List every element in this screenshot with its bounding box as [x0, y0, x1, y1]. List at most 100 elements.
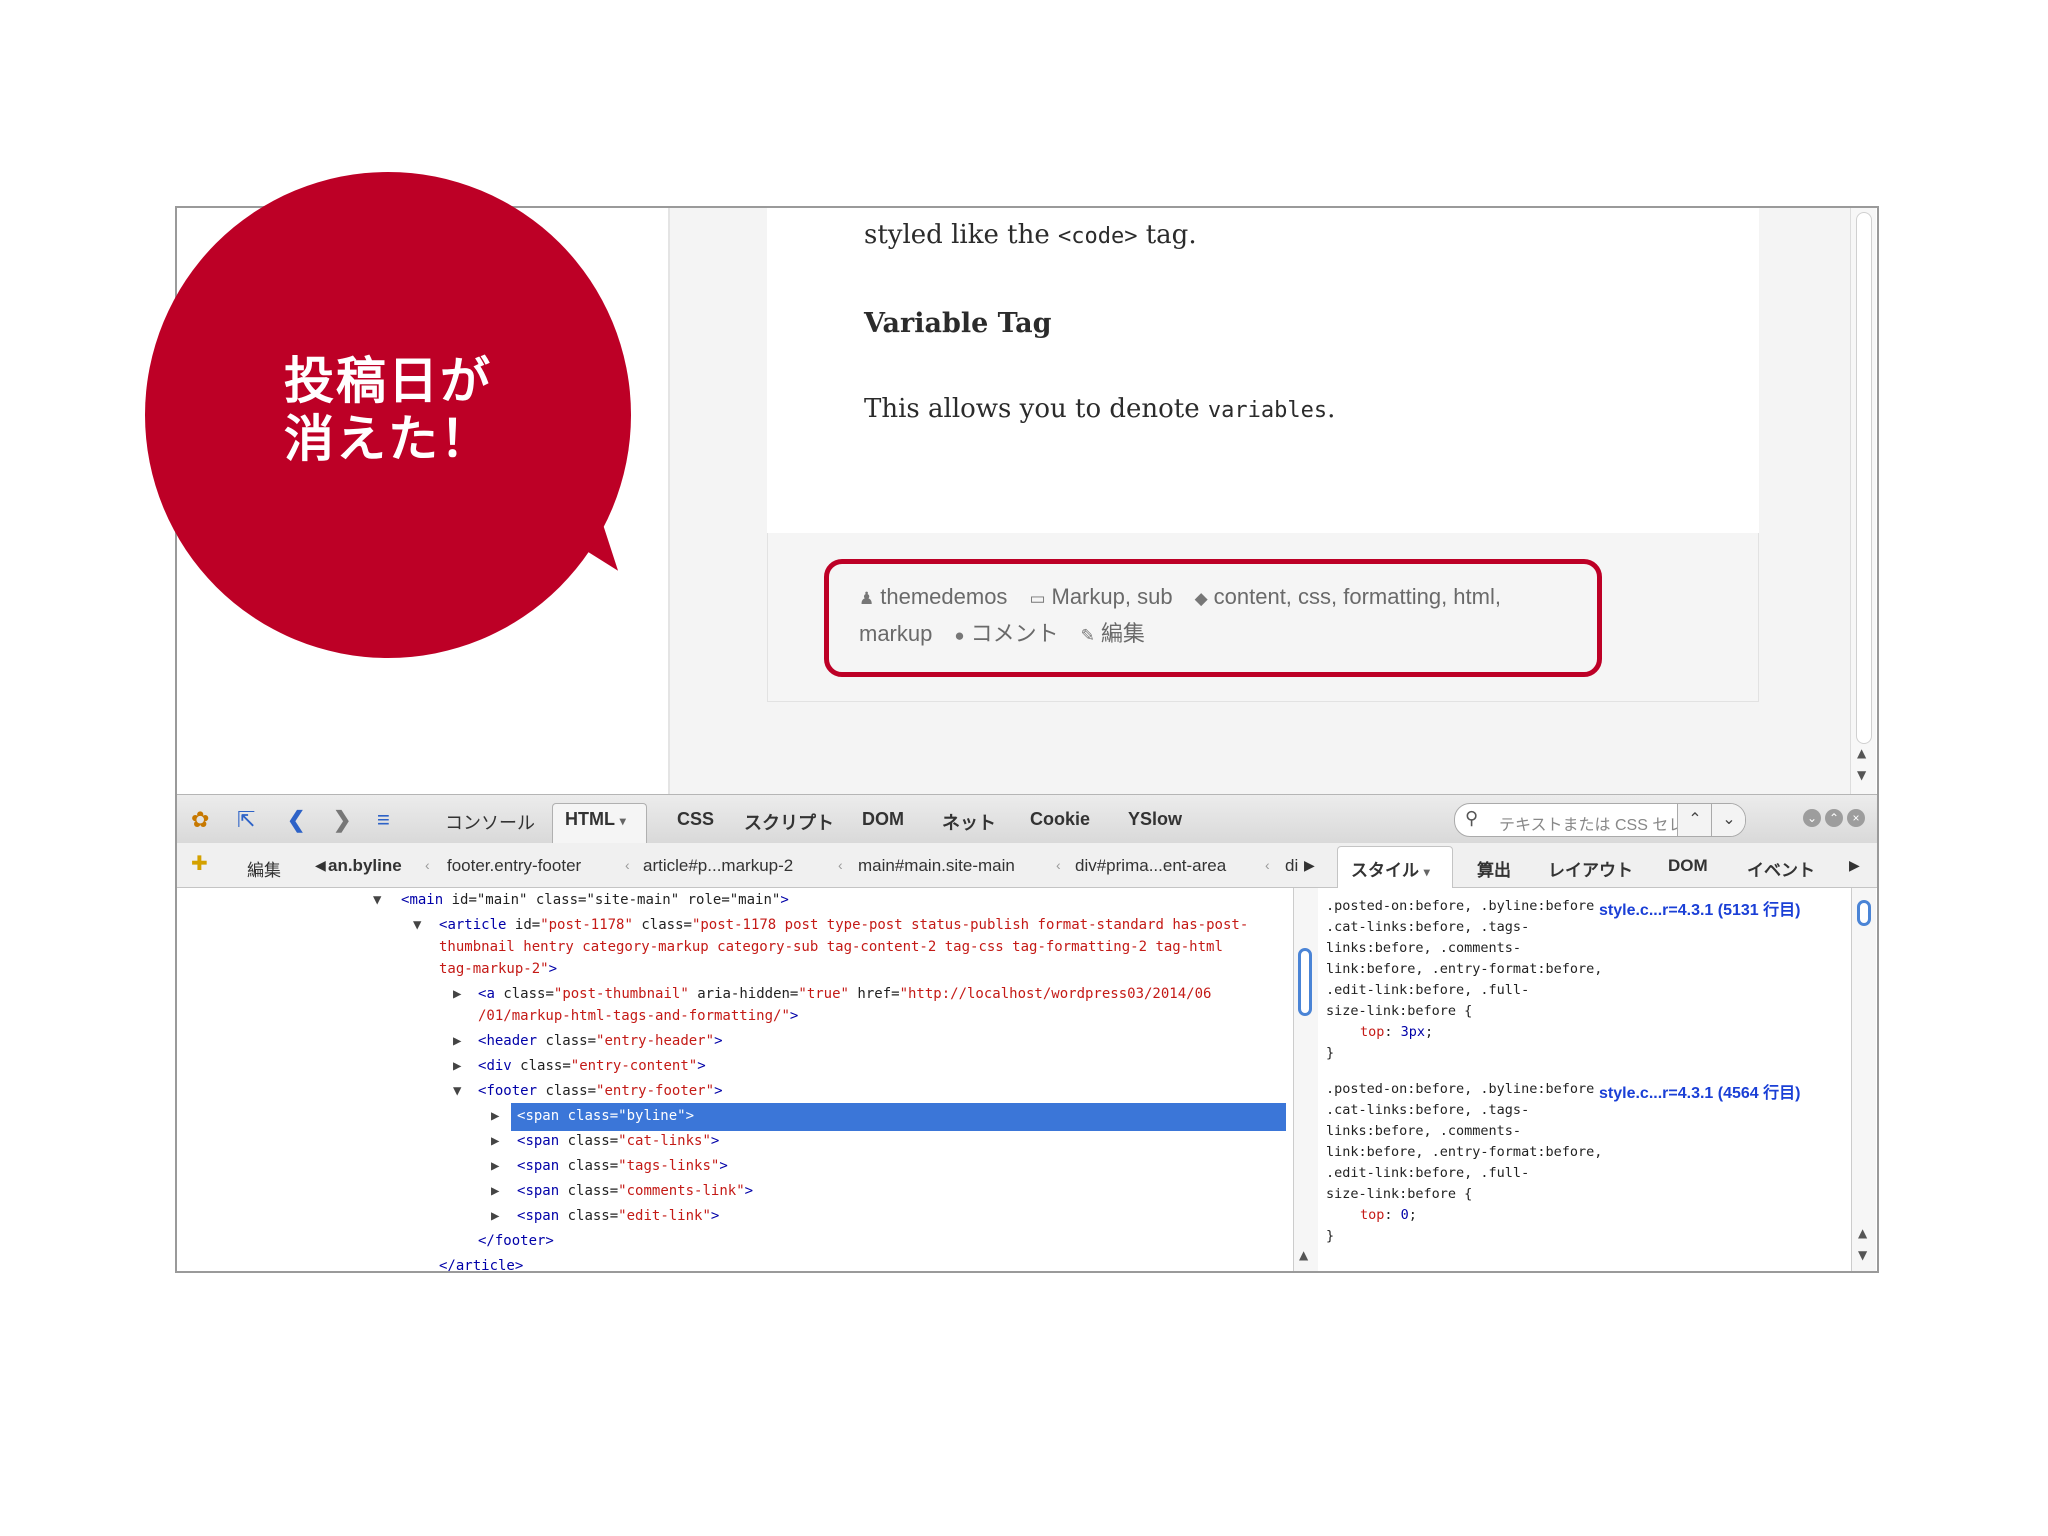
breadcrumb-sep-icon: ‹ — [425, 857, 430, 873]
var-inline: variables — [1207, 398, 1328, 423]
tree-node-span-edit-link[interactable]: <span class="edit-link"> — [517, 1208, 719, 1224]
css-scroll-thumb[interactable] — [1857, 900, 1871, 926]
section-heading: Variable Tag — [864, 308, 1052, 339]
callout-text: 投稿日が 消えた！ — [145, 352, 631, 468]
expand-twisty-icon[interactable]: ▶ — [453, 1058, 461, 1074]
breadcrumb-item[interactable]: footer.entry-footer — [447, 856, 581, 876]
css-declaration[interactable]: top: 0; — [1360, 1207, 1417, 1223]
page-scrollbar[interactable]: ▲ ▼ — [1850, 208, 1876, 794]
breadcrumb-item[interactable]: article#p...markup-2 — [643, 856, 793, 876]
tree-node-footer-close[interactable]: </footer> — [478, 1233, 554, 1249]
search-box[interactable]: ⚲ テキストまたは CSS セレクタ ⌃ ⌄ — [1454, 803, 1746, 837]
expand-twisty-icon[interactable]: ▶ — [491, 1208, 499, 1224]
breadcrumb-item[interactable]: di — [1285, 856, 1298, 876]
breadcrumb-scroll-left-icon[interactable]: ◀ — [315, 857, 326, 874]
tab-dom[interactable]: DOM — [862, 809, 904, 830]
breadcrumb-sep-icon: ‹ — [625, 857, 630, 873]
css-source-link[interactable]: style.c...r=4.3.1 (4564 行目) — [1599, 1079, 1800, 1103]
tree-node-div[interactable]: <div class="entry-content"> — [478, 1058, 706, 1074]
tag-links[interactable]: content, css, formatting, html, — [1214, 584, 1501, 609]
tree-node-span-byline[interactable]: <span class="byline"> — [517, 1108, 694, 1124]
tab-cookie[interactable]: Cookie — [1030, 809, 1090, 830]
side-tab-events[interactable]: イベント — [1747, 856, 1815, 881]
comment-link[interactable]: コメント — [971, 621, 1059, 646]
collapse-twisty-icon[interactable]: ▼ — [373, 892, 381, 908]
css-selector-line: .cat-links:before, .tags- — [1326, 919, 1530, 935]
breadcrumb-scroll-right-icon[interactable]: ▶ — [1304, 857, 1315, 874]
tree-node-article[interactable]: <article id="post-1178" class="post-1178… — [439, 917, 1248, 933]
expand-twisty-icon[interactable]: ▶ — [491, 1133, 499, 1149]
command-line-icon[interactable]: ≡ — [377, 807, 390, 833]
css-rule-close: } — [1326, 1228, 1335, 1244]
breadcrumb-item[interactable]: main#main.site-main — [858, 856, 1015, 876]
side-tab-style[interactable]: スタイル ▾ — [1351, 856, 1430, 881]
css-selector-line: link:before, .entry-format:before, — [1326, 1144, 1603, 1160]
breadcrumb-sep-icon: ‹ — [838, 857, 843, 873]
css-declaration[interactable]: top: 3px; — [1360, 1024, 1433, 1040]
detach-icon[interactable]: ⌃ — [1825, 809, 1843, 827]
side-tab-dom[interactable]: DOM — [1668, 856, 1708, 876]
expand-twisty-icon[interactable]: ▶ — [453, 986, 461, 1002]
scroll-down-arrow-icon[interactable]: ▼ — [1857, 768, 1866, 782]
page-scroll-thumb[interactable] — [1856, 212, 1872, 744]
expand-twisty-icon[interactable]: ▶ — [491, 1183, 499, 1199]
tree-node-span-cat-links[interactable]: <span class="cat-links"> — [517, 1133, 719, 1149]
paragraph-variable-tag: This allows you to denote variables. — [864, 394, 1336, 424]
inspect-element-icon[interactable]: ⇱ — [237, 807, 255, 833]
tab-html[interactable]: HTML ▾ — [565, 809, 626, 830]
css-bug-icon[interactable]: ✚ — [191, 851, 208, 876]
side-tab-layout[interactable]: レイアウト — [1548, 856, 1633, 881]
tab-css[interactable]: CSS — [677, 809, 714, 830]
scroll-up-arrow-icon[interactable]: ▲ — [1858, 1226, 1867, 1240]
tree-node-article-close[interactable]: </article> — [439, 1258, 523, 1271]
tag-icon: ◆ — [1194, 589, 1208, 608]
breadcrumb-item[interactable]: an.byline — [328, 856, 402, 876]
tree-node-footer[interactable]: <footer class="entry-footer"> — [478, 1083, 723, 1099]
back-icon[interactable]: ❮ — [287, 807, 305, 833]
tab-net[interactable]: ネット — [942, 809, 996, 835]
search-next-button[interactable]: ⌄ — [1711, 804, 1745, 836]
css-selector-line: link:before, .entry-format:before, — [1326, 961, 1603, 977]
minimize-icon[interactable]: ⌄ — [1803, 809, 1821, 827]
css-rule-close: } — [1326, 1045, 1335, 1061]
tab-script[interactable]: スクリプト — [744, 809, 834, 835]
css-scrollbar[interactable]: ▲ ▼ — [1851, 888, 1876, 1271]
expand-twisty-icon[interactable]: ▶ — [491, 1158, 499, 1174]
category-links[interactable]: Markup, sub — [1052, 584, 1173, 609]
tab-console[interactable]: コンソール — [445, 809, 535, 835]
tree-node-a-cont: /01/markup-html-tags-and-formatting/"> — [478, 1008, 799, 1024]
scroll-down-arrow-icon[interactable]: ▼ — [1858, 1248, 1867, 1262]
tree-node-a[interactable]: <a class="post-thumbnail" aria-hidden="t… — [478, 986, 1211, 1002]
forward-icon[interactable]: ❯ — [333, 807, 351, 833]
tree-scroll-thumb[interactable] — [1298, 948, 1312, 1016]
tree-node-span-tags-links[interactable]: <span class="tags-links"> — [517, 1158, 728, 1174]
edit-link[interactable]: 編集 — [1101, 621, 1145, 646]
css-style-panel: .posted-on:before, .byline:before style.… — [1318, 888, 1851, 1271]
css-source-link[interactable]: style.c...r=4.3.1 (5131 行目) — [1599, 896, 1800, 920]
side-tabs-more-icon[interactable]: ▶ — [1849, 857, 1860, 874]
entry-meta-line-2: markup ● コメント ✎ 編集 — [859, 616, 1145, 648]
tree-scrollbar[interactable]: ▲ — [1293, 888, 1319, 1271]
edit-button[interactable]: 編集 — [247, 856, 281, 881]
tree-node-main[interactable]: <main id="main" class="site-main" role="… — [401, 892, 789, 908]
expand-twisty-icon[interactable]: ▶ — [491, 1108, 499, 1124]
side-tab-computed[interactable]: 算出 — [1477, 856, 1511, 881]
firebug-icon[interactable]: ✿ — [191, 807, 209, 833]
collapse-twisty-icon[interactable]: ▼ — [453, 1083, 461, 1099]
tab-yslow[interactable]: YSlow — [1128, 809, 1182, 830]
css-selector-line: .cat-links:before, .tags- — [1326, 1102, 1530, 1118]
breadcrumb-sep-icon: ‹ — [1265, 857, 1270, 873]
entry-meta-highlight: ♟ themedemos ▭ Markup, sub ◆ content, css, fo… — [824, 559, 1602, 677]
author-link[interactable]: themedemos — [880, 584, 1007, 609]
collapse-twisty-icon[interactable]: ▼ — [413, 917, 421, 933]
tree-node-span-comments-link[interactable]: <span class="comments-link"> — [517, 1183, 753, 1199]
breadcrumb-item[interactable]: div#prima...ent-area — [1075, 856, 1226, 876]
tree-node-article-cont: tag-markup-2"> — [439, 961, 558, 977]
close-icon[interactable]: × — [1847, 809, 1865, 827]
expand-twisty-icon[interactable]: ▶ — [453, 1033, 461, 1049]
search-prev-button[interactable]: ⌃ — [1677, 804, 1712, 836]
tree-node-header[interactable]: <header class="entry-header"> — [478, 1033, 723, 1049]
scroll-up-arrow-icon[interactable]: ▲ — [1299, 1248, 1308, 1262]
scroll-up-arrow-icon[interactable]: ▲ — [1857, 746, 1866, 760]
tag-link-markup[interactable]: markup — [859, 621, 932, 646]
